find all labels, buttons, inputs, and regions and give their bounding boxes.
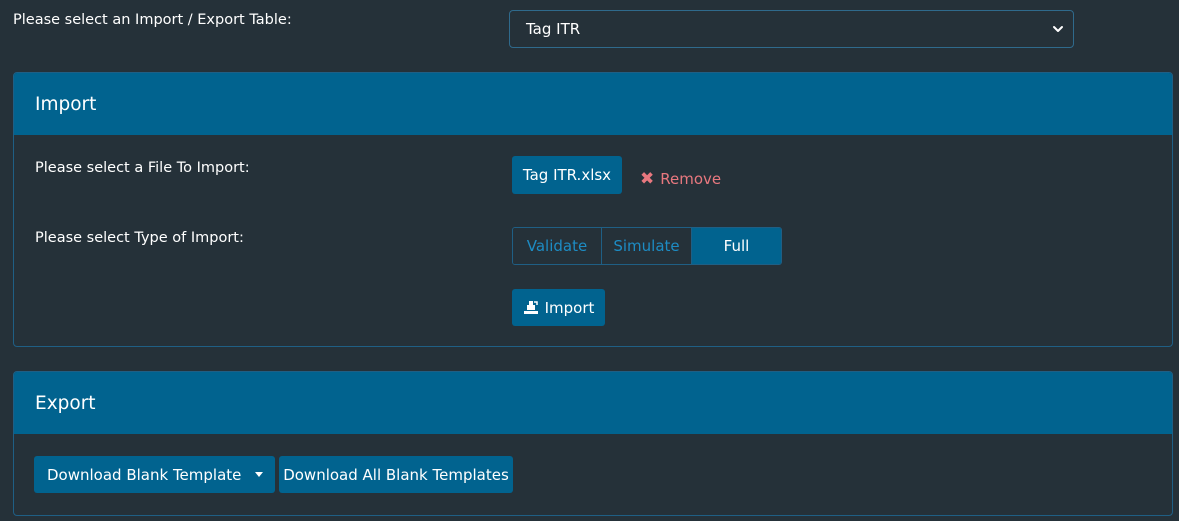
remove-file-link[interactable]: ✖ Remove xyxy=(640,170,721,188)
table-selector-row: Please select an Import / Export Table: … xyxy=(0,0,1179,60)
import-button[interactable]: Import xyxy=(512,289,605,326)
import-panel-title: Import xyxy=(35,93,97,115)
table-select[interactable]: Tag ITR xyxy=(509,10,1074,48)
import-type-validate[interactable]: Validate xyxy=(513,228,602,264)
download-blank-label: Download Blank Template xyxy=(47,465,242,484)
import-icon xyxy=(523,300,538,314)
chevron-down-icon xyxy=(1053,26,1063,32)
close-icon: ✖ xyxy=(640,168,655,189)
download-blank-template-button[interactable]: Download Blank Template xyxy=(34,456,275,493)
table-selector-label: Please select an Import / Export Table: xyxy=(13,12,292,28)
caret-down-icon[interactable] xyxy=(255,472,263,477)
export-panel-title: Export xyxy=(35,392,96,414)
file-select-button[interactable]: Tag ITR.xlsx xyxy=(512,156,622,194)
remove-label: Remove xyxy=(660,170,722,188)
import-panel-header: Import xyxy=(14,73,1172,135)
import-type-toggle: Validate Simulate Full xyxy=(512,227,782,265)
import-panel: Import Please select a File To Import: T… xyxy=(13,72,1173,347)
export-panel-header: Export xyxy=(14,372,1172,434)
file-import-label: Please select a File To Import: xyxy=(35,160,250,176)
import-type-simulate[interactable]: Simulate xyxy=(602,228,692,264)
export-panel: Export Download Blank Template Download … xyxy=(13,371,1173,516)
import-button-label: Import xyxy=(544,298,595,317)
table-select-value: Tag ITR xyxy=(526,20,581,38)
import-type-label: Please select Type of Import: xyxy=(35,230,244,246)
download-all-label: Download All Blank Templates xyxy=(283,465,509,484)
download-all-templates-button[interactable]: Download All Blank Templates xyxy=(279,456,513,493)
file-name: Tag ITR.xlsx xyxy=(522,166,612,184)
import-type-full[interactable]: Full xyxy=(692,228,781,264)
